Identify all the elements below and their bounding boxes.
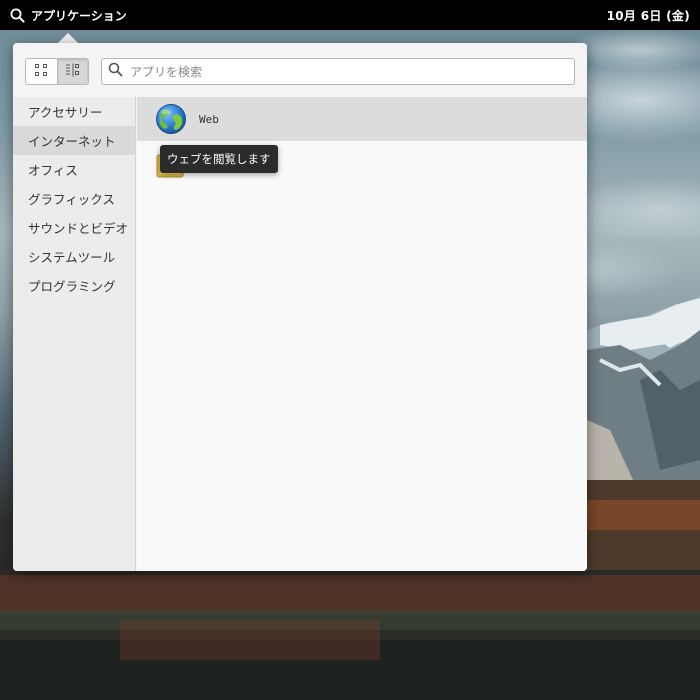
category-view-button[interactable] [56, 59, 88, 84]
applications-menu-button[interactable]: アプリケーション [10, 7, 127, 24]
category-office[interactable]: オフィス [13, 155, 135, 184]
grid-view-button[interactable] [26, 59, 57, 84]
app-name: Web [199, 112, 219, 126]
clock[interactable]: 10月 6日 (金) [607, 7, 690, 24]
category-label: オフィス [28, 163, 78, 178]
category-internet[interactable]: インターネット [13, 126, 135, 155]
category-graphics[interactable]: グラフィックス [13, 184, 135, 213]
grid-view-icon [34, 62, 48, 81]
category-label: サウンドとビデオ [28, 221, 129, 236]
applications-label: アプリケーション [31, 8, 127, 23]
globe-icon [155, 103, 187, 135]
category-programming[interactable]: プログラミング [13, 271, 135, 300]
top-panel: アプリケーション 10月 6日 (金) [0, 0, 700, 30]
search-icon [10, 8, 25, 23]
app-item-web[interactable]: Web [137, 97, 587, 141]
category-label: グラフィックス [28, 192, 115, 207]
search-input[interactable] [130, 64, 560, 79]
category-label: プログラミング [28, 279, 116, 294]
category-accessories[interactable]: アクセサリー [13, 97, 135, 126]
category-sound-and-video[interactable]: サウンドとビデオ [13, 213, 135, 242]
search-icon [108, 62, 123, 81]
category-label: システムツール [28, 250, 116, 265]
launcher-toolbar [13, 43, 587, 97]
app-search-field[interactable] [101, 58, 575, 85]
view-mode-switcher [25, 58, 89, 85]
category-sidebar: アクセサリー インターネット オフィス グラフィックス サウンドとビデオ システ… [13, 97, 136, 571]
app-tooltip: ウェブを閲覧します [160, 145, 278, 173]
application-launcher: アクセサリー インターネット オフィス グラフィックス サウンドとビデオ システ… [13, 43, 587, 571]
category-label: インターネット [28, 134, 116, 149]
category-view-icon [65, 62, 81, 81]
category-system-tools[interactable]: システムツール [13, 242, 135, 271]
category-label: アクセサリー [28, 105, 103, 120]
